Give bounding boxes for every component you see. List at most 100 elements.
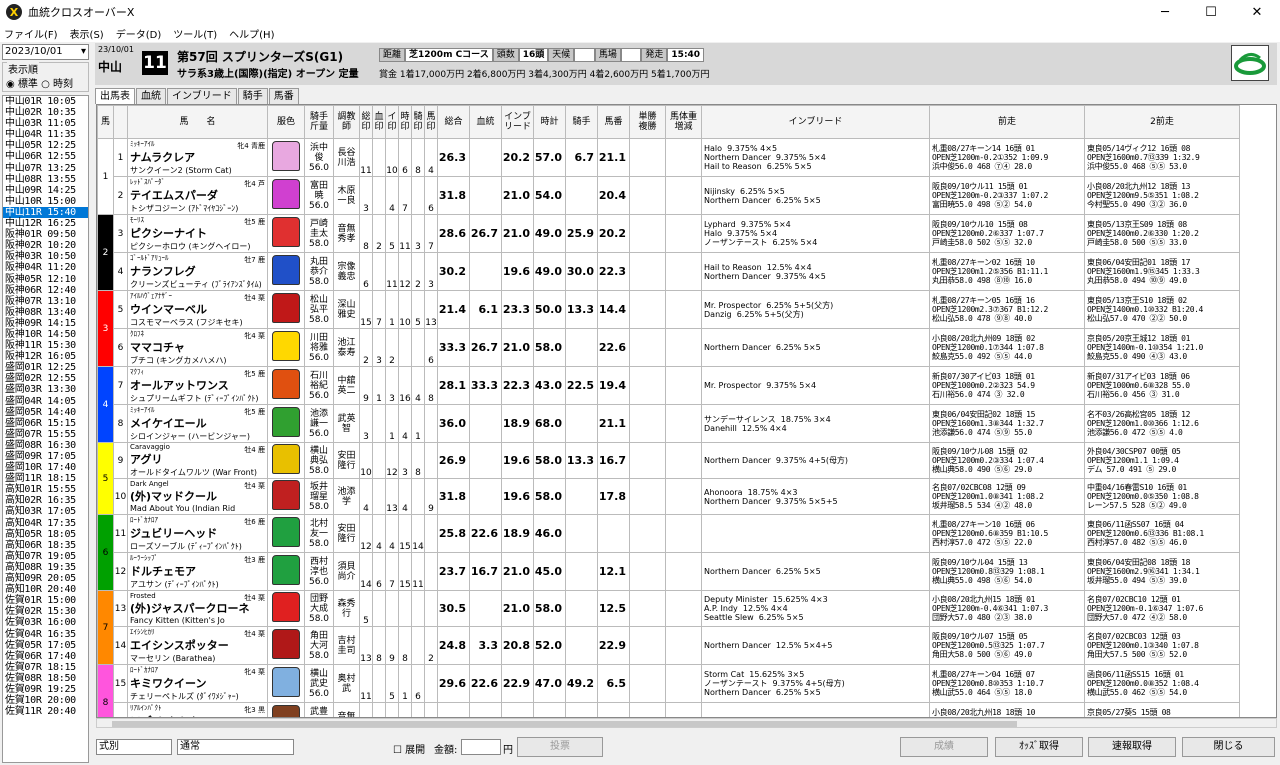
race-list-item[interactable]: 阪神09R 14:15 [3, 318, 88, 329]
race-list-item[interactable]: 盛岡11R 18:15 [3, 473, 88, 484]
mark-cell[interactable]: 14 [359, 552, 373, 591]
horse-name-cell[interactable]: ｺﾞｰﾙﾄﾞｱﾘｭｰﾙ ナランフレグ クリーンズビューティ (ﾌﾞﾗｲｱﾝｽﾞﾀｲﾑ… [127, 252, 268, 291]
race-list-item[interactable]: 阪神10R 14:50 [3, 329, 88, 340]
mark-cell[interactable] [372, 664, 386, 703]
race-list-item[interactable]: 盛岡07R 15:55 [3, 429, 88, 440]
mark-cell[interactable]: 3 [424, 252, 438, 291]
amount-input[interactable] [461, 739, 501, 755]
mark-cell[interactable]: 2 [372, 214, 386, 253]
race-list-item[interactable]: 中山04R 11:35 [3, 129, 88, 140]
bet-type-select[interactable]: 式別 [96, 739, 172, 755]
race-list-item[interactable]: 高知10R 20:40 [3, 584, 88, 595]
vote-button[interactable]: 投票 [517, 737, 603, 757]
mark-cell[interactable]: 8 [372, 626, 386, 665]
table-row[interactable]: 16 ﾘｱﾙｲﾝﾊﾟｸﾄモズメイメイインラヴウィズユー (Frankel)牝3 黒… [98, 702, 1240, 717]
mark-cell[interactable]: 4 [398, 404, 412, 443]
mark-cell[interactable]: 6 [372, 552, 386, 591]
column-header[interactable]: 血印 [372, 105, 386, 139]
race-list-item[interactable]: 高知07R 19:05 [3, 551, 88, 562]
mark-cell[interactable]: 10 [385, 138, 399, 177]
race-list-item[interactable]: 佐賀06R 17:40 [3, 651, 88, 662]
mark-cell[interactable]: 7 [385, 552, 399, 591]
mark-cell[interactable]: 7 [398, 702, 412, 717]
race-list-item[interactable]: 佐賀05R 17:05 [3, 640, 88, 651]
mark-cell[interactable]: 3 [359, 404, 373, 443]
expand-checkbox[interactable]: ☐ 展開 [393, 741, 425, 756]
mark-cell[interactable] [411, 328, 425, 367]
mark-cell[interactable]: 5 [385, 664, 399, 703]
mark-cell[interactable]: 12 [398, 252, 412, 291]
race-list-item[interactable]: 盛岡02R 12:55 [3, 373, 88, 384]
mark-cell[interactable]: 15 [398, 552, 412, 591]
race-list-item[interactable]: 中山08R 13:55 [3, 174, 88, 185]
race-list-item[interactable]: 阪神11R 15:30 [3, 340, 88, 351]
mark-cell[interactable]: 2 [359, 328, 373, 367]
tab-horse-number[interactable]: 馬番 [268, 88, 299, 104]
mark-cell[interactable]: 6 [411, 664, 425, 703]
mark-cell[interactable] [411, 626, 425, 665]
horse-name-cell[interactable]: ﾘｱﾙｲﾝﾊﾟｸﾄモズメイメイインラヴウィズユー (Frankel)牝3 黒 [127, 702, 268, 717]
table-row[interactable]: 6 ｸﾛﾌﾈ ママコチャ ブチコ (キングカメハメハ) 牝4 栗川田 将雅 56.0 池江… [98, 328, 1240, 367]
tab-inbreed[interactable]: インブリード [167, 88, 237, 104]
mark-cell[interactable]: 6 [359, 252, 373, 291]
scroll-thumb[interactable] [112, 721, 1017, 727]
race-list-item[interactable]: 阪神07R 13:10 [3, 296, 88, 307]
column-header[interactable]: 前走 [929, 105, 1085, 139]
race-list-item[interactable]: 佐賀08R 18:50 [3, 673, 88, 684]
mark-cell[interactable]: 9 [385, 702, 399, 717]
mark-cell[interactable] [424, 404, 438, 443]
column-header[interactable]: 騎印 [411, 105, 425, 139]
race-list-item[interactable]: 阪神05R 12:10 [3, 274, 88, 285]
race-list-item[interactable]: 佐賀03R 16:00 [3, 617, 88, 628]
race-list-item[interactable]: 佐賀07R 18:15 [3, 662, 88, 673]
mark-cell[interactable]: 9 [424, 478, 438, 515]
race-list-item[interactable]: 高知05R 18:05 [3, 529, 88, 540]
column-header[interactable]: 馬 [97, 105, 114, 139]
race-list-item[interactable]: 盛岡08R 16:30 [3, 440, 88, 451]
race-list-item[interactable]: 中山02R 10:35 [3, 107, 88, 118]
mark-cell[interactable]: 1 [398, 664, 412, 703]
tab-pedigree[interactable]: 血統 [136, 88, 166, 104]
mark-cell[interactable] [411, 176, 425, 215]
mark-cell[interactable]: 1 [385, 290, 399, 329]
race-list-item[interactable]: 中山09R 14:25 [3, 185, 88, 196]
mark-cell[interactable]: 7 [398, 176, 412, 215]
horse-name-cell[interactable]: ﾐｯｷｰｱｲﾙ メイケイエール シロインジャー (ハービンジャー) 牝5 鹿 [127, 404, 268, 443]
minimize-icon[interactable]: ─ [1142, 0, 1188, 24]
bet-mode-select[interactable]: 通常 [177, 739, 294, 755]
tab-jockey[interactable]: 騎手 [237, 88, 268, 104]
race-list-item[interactable]: 中山07R 13:25 [3, 163, 88, 174]
column-header[interactable]: 騎手 斤量 [304, 105, 334, 139]
mark-cell[interactable]: 12 [411, 702, 425, 717]
column-header[interactable]: 騎手 [565, 105, 598, 139]
race-list-item[interactable]: 中山01R 10:05 [3, 96, 88, 107]
close-icon[interactable]: ✕ [1234, 0, 1280, 24]
race-list-item[interactable]: 高知06R 18:35 [3, 540, 88, 551]
mark-cell[interactable]: 8 [411, 138, 425, 177]
race-list[interactable]: 中山01R 10:05 中山02R 10:35 中山03R 11:05 中山04R 1… [2, 95, 89, 763]
table-row[interactable]: 8 15 ﾛｰﾄﾞｶﾅﾛｱ キミワクイーン チェリーペトルズ (ﾀﾞｲﾜﾒｼﾞｬｰ) 牝4… [97, 664, 1240, 717]
mark-cell[interactable]: 2 [411, 252, 425, 291]
mark-cell[interactable]: 6 [398, 138, 412, 177]
mark-cell[interactable]: 3 [372, 328, 386, 367]
mark-cell[interactable]: 16 [359, 702, 373, 717]
mark-cell[interactable]: 1 [411, 404, 425, 443]
mark-cell[interactable]: 4 [424, 138, 438, 177]
race-list-item[interactable]: 阪神04R 11:20 [3, 262, 88, 273]
entries-table[interactable]: 馬馬 名服色 騎手 斤量 調教 師総印 血印 イ印 時印 騎印 馬印 総合 血統 インブ リード 時計… [96, 104, 1277, 718]
table-row[interactable]: 12 ﾙｰﾗｰｼｯﾌﾟ ドルチェモア アユサン (ﾃﾞｨｰﾌﾟｲﾝﾊﾟｸﾄ) 牡3 鹿西… [98, 552, 1240, 591]
horse-name-cell[interactable]: ﾚｯﾄﾞｽﾊﾟｰﾀﾞ テイエムスパーダ トシザコジーン (ｱﾄﾞﾏｲﾔｺｼﾞｰﾝ) 牝… [127, 176, 268, 215]
table-row[interactable]: 4 7 ﾏｸﾌｨ オールアットワンス シュプリームギフト (ﾃﾞｨｰﾌﾟｲﾝﾊﾟｸﾄ) 牝… [97, 366, 1240, 443]
mark-cell[interactable]: 4 [359, 478, 373, 515]
mark-cell[interactable] [372, 138, 386, 177]
menu-tools[interactable]: ツール(T) [173, 26, 217, 41]
mark-cell[interactable]: 1 [372, 366, 386, 405]
horse-name-cell[interactable]: ｸﾛﾌﾈ ママコチャ ブチコ (キングカメハメハ) 牝4 栗 [127, 328, 268, 367]
menu-data[interactable]: データ(D) [116, 26, 162, 41]
mark-cell[interactable]: 12 [385, 442, 399, 479]
race-list-item[interactable]: 阪神12R 16:05 [3, 351, 88, 362]
race-list-item[interactable]: 中山06R 12:55 [3, 151, 88, 162]
mark-cell[interactable]: 5 [359, 590, 373, 627]
horse-name-cell[interactable]: ﾓｰﾘｽ ピクシーナイト ピクシーホロウ (キングヘイロー) 牡5 鹿 [127, 214, 268, 253]
table-row[interactable]: 3 5 ｱｲﾙﾊｳﾞｪｱﾅｻﾞｰ ウインマーベル コスモマーベラス (フジキセキ) 牡4 … [97, 290, 1240, 367]
